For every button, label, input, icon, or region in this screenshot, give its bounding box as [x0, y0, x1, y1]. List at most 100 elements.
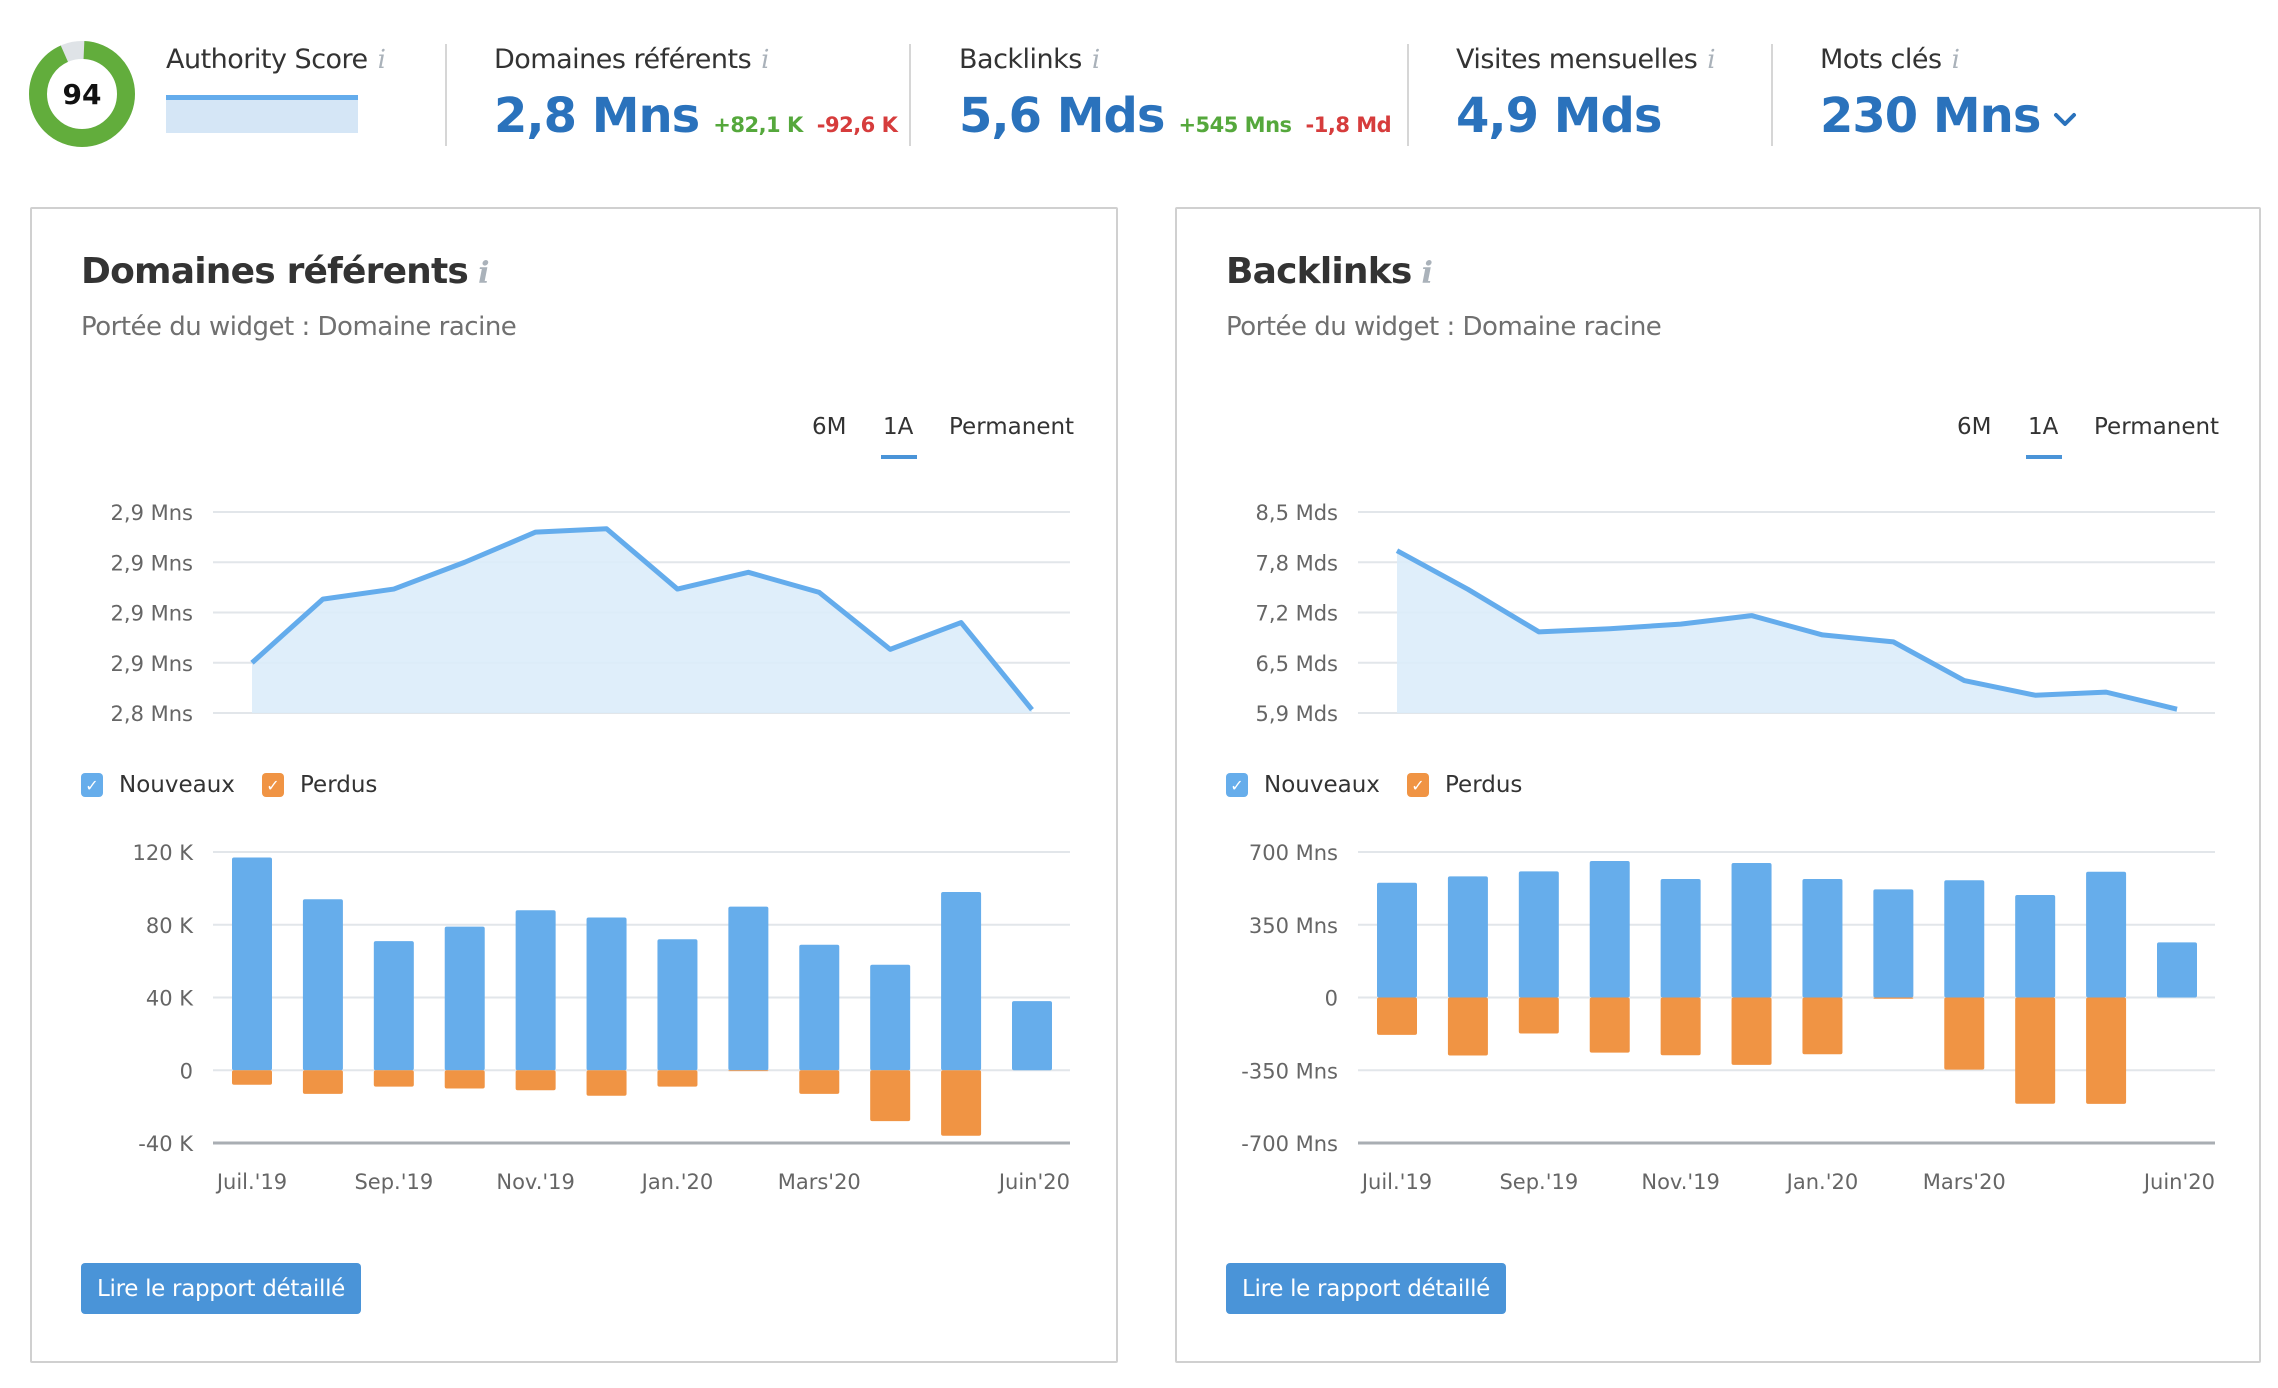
bar-nouveaux	[1731, 863, 1772, 998]
checkbox-checked-icon[interactable]: ✓	[1407, 773, 1429, 797]
authority-score-label: Authority Score i	[166, 44, 386, 75]
x-tick-label: Juil.'19	[215, 1170, 287, 1194]
bar-nouveaux	[232, 857, 272, 1071]
x-tick-label: Sep.'19	[354, 1170, 433, 1194]
metric-label-text: Domaines référents	[494, 44, 752, 75]
y-tick-label: 0	[180, 1059, 193, 1083]
info-icon[interactable]: i	[1952, 45, 1960, 75]
bar-perdus	[1802, 997, 1843, 1055]
bar-nouveaux	[728, 906, 769, 1071]
y-tick-label: -700 Mns	[1241, 1132, 1338, 1156]
y-tick-label: 2,9 Mns	[111, 602, 193, 626]
area-fill	[1397, 550, 2177, 713]
info-icon[interactable]: i	[761, 45, 769, 75]
authority-score-value: 94	[63, 78, 102, 111]
bar-nouveaux	[1944, 880, 1985, 998]
metric-value-text[interactable]: 2,8 Mns	[494, 88, 700, 144]
metric-backlinks-label: Backlinks i	[959, 44, 1100, 75]
bar-perdus	[586, 1070, 627, 1096]
read-report-button[interactable]: Lire le rapport détaillé	[81, 1263, 361, 1314]
x-tick-label: Nov.'19	[496, 1170, 575, 1194]
delta-positive: +82,1 K	[713, 113, 803, 137]
bar-nouveaux	[1589, 860, 1630, 998]
legend-perdus[interactable]: ✓ Perdus	[1407, 772, 1522, 798]
metric-value-text[interactable]: 230 Mns	[1820, 88, 2041, 144]
divider	[909, 44, 911, 146]
metric-domaines-value[interactable]: 2,8 Mns +82,1 K -92,6 K	[494, 88, 898, 144]
x-tick-label: Sep.'19	[1499, 1170, 1578, 1194]
y-tick-label: 700 Mns	[1249, 841, 1338, 865]
metric-label-text: Backlinks	[959, 44, 1082, 75]
bar-perdus	[2086, 997, 2127, 1104]
legend-perdus[interactable]: ✓ Perdus	[262, 772, 377, 798]
legend-nouveaux[interactable]: ✓ Nouveaux	[1226, 772, 1380, 798]
read-report-button[interactable]: Lire le rapport détaillé	[1226, 1263, 1506, 1314]
legend-label: Nouveaux	[119, 772, 235, 798]
authority-sparkline	[166, 95, 358, 133]
bar-perdus	[1944, 997, 1985, 1070]
y-tick-label: 80 K	[146, 914, 194, 938]
y-tick-label: 2,9 Mns	[111, 551, 193, 575]
bar-perdus	[941, 1070, 982, 1136]
metric-value-text[interactable]: 4,9 Mds	[1456, 88, 1662, 144]
delta-positive: +545 Mns	[1178, 113, 1292, 137]
bar-perdus	[1447, 997, 1488, 1056]
bar-nouveaux	[515, 910, 556, 1071]
authority-score-label-text: Authority Score	[166, 44, 368, 75]
y-tick-label: 7,2 Mds	[1256, 602, 1338, 626]
bar-perdus	[1377, 997, 1417, 1035]
y-tick-label: 40 K	[146, 987, 194, 1011]
checkbox-checked-icon[interactable]: ✓	[1226, 773, 1248, 797]
x-tick-label: Juin'20	[2142, 1170, 2215, 1194]
bar-nouveaux	[870, 964, 911, 1071]
delta-negative: -1,8 Md	[1305, 113, 1392, 137]
legend-nouveaux[interactable]: ✓ Nouveaux	[81, 772, 235, 798]
bar-nouveaux	[1802, 879, 1843, 998]
bar-nouveaux	[941, 892, 982, 1071]
info-icon[interactable]: i	[1092, 45, 1100, 75]
metric-motscles-label: Mots clés i	[1820, 44, 1960, 75]
bar-perdus	[657, 1070, 698, 1087]
x-tick-label: Juil.'19	[1360, 1170, 1432, 1194]
metric-backlinks-value[interactable]: 5,6 Mds +545 Mns -1,8 Md	[959, 88, 1392, 144]
metric-visites-label: Visites mensuelles i	[1456, 44, 1716, 75]
metric-value-text[interactable]: 5,6 Mds	[959, 88, 1165, 144]
info-icon[interactable]: i	[1707, 45, 1715, 75]
bar-nouveaux	[1447, 876, 1488, 998]
checkbox-checked-icon[interactable]: ✓	[81, 773, 103, 797]
x-tick-label: Mars'20	[1923, 1170, 2006, 1194]
bar-perdus	[799, 1070, 840, 1094]
bar-perdus	[1660, 997, 1701, 1056]
bar-nouveaux	[1377, 882, 1417, 998]
bar-nouveaux	[1873, 889, 1914, 998]
bar-nouveaux	[2086, 871, 2127, 998]
y-tick-label: 2,8 Mns	[111, 702, 193, 726]
y-tick-label: -40 K	[138, 1132, 194, 1156]
divider	[1771, 44, 1773, 146]
y-tick-label: -350 Mns	[1241, 1059, 1338, 1083]
bar-nouveaux	[1660, 879, 1701, 998]
bar-perdus	[1873, 997, 1914, 999]
bar-nouveaux	[799, 944, 840, 1071]
metric-domaines-label: Domaines référents i	[494, 44, 769, 75]
chevron-down-icon[interactable]	[2052, 110, 2078, 128]
bar-perdus	[870, 1070, 911, 1122]
authority-score-donut: 94	[29, 41, 135, 147]
bar-perdus	[728, 1070, 769, 1072]
bar-perdus	[515, 1070, 556, 1091]
bar-nouveaux	[657, 939, 698, 1071]
bar-nouveaux	[1012, 1001, 1052, 1071]
y-tick-label: 5,9 Mds	[1256, 702, 1338, 726]
y-tick-label: 6,5 Mds	[1256, 652, 1338, 676]
info-icon[interactable]: i	[378, 45, 386, 75]
bar-nouveaux	[586, 917, 627, 1071]
metric-motscles-value[interactable]: 230 Mns	[1820, 88, 2078, 144]
checkbox-checked-icon[interactable]: ✓	[262, 773, 284, 797]
metric-visites-value[interactable]: 4,9 Mds	[1456, 88, 1662, 144]
x-tick-label: Mars'20	[778, 1170, 861, 1194]
bar-perdus	[232, 1070, 272, 1085]
bar-nouveaux	[302, 899, 343, 1071]
x-tick-label: Juin'20	[997, 1170, 1070, 1194]
legend-label: Perdus	[300, 772, 378, 798]
bar-perdus	[1731, 997, 1772, 1065]
